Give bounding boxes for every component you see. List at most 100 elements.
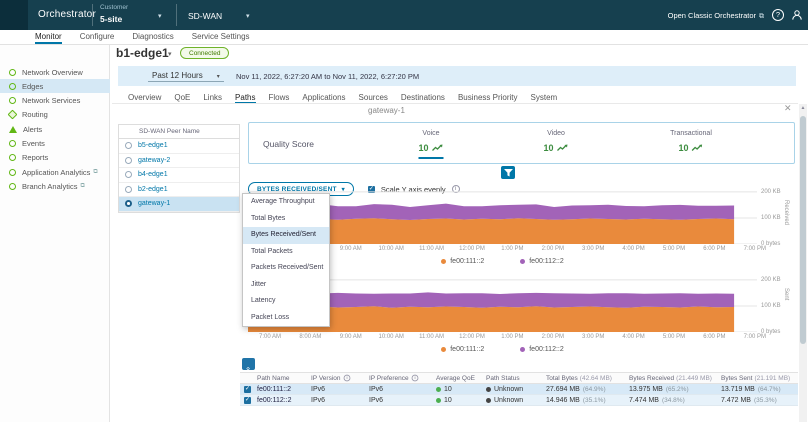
peer-row-b4-edge1[interactable]: b4-edge1 — [119, 168, 239, 183]
sidebar-item-alerts[interactable]: Alerts — [0, 122, 110, 136]
filter-button[interactable] — [501, 166, 515, 179]
sidebar-item-label: Reports — [22, 153, 48, 162]
sidebar-item-reports[interactable]: Reports — [0, 151, 110, 165]
vertical-scrollbar: ▲ — [799, 104, 807, 422]
sidebar-item-label: Routing — [22, 110, 48, 119]
nav-tab-service-settings[interactable]: Service Settings — [192, 32, 250, 44]
panel-title: gateway-1 — [368, 106, 405, 115]
external-link-icon: ⧉ — [93, 169, 97, 176]
x-axis-tick: 1:00 PM — [501, 246, 523, 252]
peer-row-b2-edge1[interactable]: b2-edge1 — [119, 183, 239, 198]
sidebar-item-network-services[interactable]: Network Services — [0, 94, 110, 108]
path-status-dot — [486, 387, 491, 392]
peer-radio[interactable] — [125, 186, 132, 193]
column-label: Average QoE — [436, 375, 475, 382]
app-header: Orchestrator Customer 5-site ▾ SD-WAN ▾ … — [0, 0, 808, 30]
dropdown-item-average-throughput[interactable]: Average Throughput — [243, 194, 329, 211]
peer-radio[interactable] — [125, 142, 132, 149]
value-percent: (35.3%) — [754, 397, 777, 404]
chevron-down-icon: ▾ — [217, 74, 220, 80]
alerts-icon — [9, 126, 17, 133]
nav-tab-diagnostics[interactable]: Diagnostics — [132, 32, 173, 44]
customer-label: Customer — [100, 4, 128, 11]
status-badge: Connected — [180, 47, 229, 59]
cell-ip-version: IPv6 — [311, 384, 369, 395]
sidebar-item-events[interactable]: Events — [0, 137, 110, 151]
dropdown-item-packet-loss[interactable]: Packet Loss — [243, 310, 329, 327]
dropdown-item-total-bytes[interactable]: Total Bytes — [243, 211, 329, 228]
dropdown-item-packets-received-sent[interactable]: Packets Received/Sent — [243, 260, 329, 277]
nav-tab-configure[interactable]: Configure — [80, 32, 115, 44]
peer-row-gateway-2[interactable]: gateway-2 — [119, 154, 239, 169]
time-range-bar: Past 12 Hours▾ Nov 11, 2022, 6:27:20 AM … — [118, 66, 796, 86]
quality-score-label: Quality Score — [263, 139, 314, 149]
nav-tab-monitor[interactable]: Monitor — [35, 32, 62, 44]
column-header-ip-preference: IP Preferencei — [369, 372, 436, 384]
y-axis-tick: 100 KB — [761, 215, 781, 221]
path-status-value: Unknown — [494, 386, 523, 393]
x-axis-tick: 3:00 PM — [582, 246, 604, 252]
x-axis-tick: 11:00 AM — [419, 246, 444, 252]
peer-name-link[interactable]: b5-edge1 — [138, 142, 168, 149]
metric-name: Video — [543, 130, 568, 137]
x-axis-tick: 4:00 PM — [622, 334, 644, 340]
open-classic-orchestrator-link[interactable]: Open Classic Orchestrator⧉ — [668, 11, 764, 21]
path-status-value: Unknown — [494, 397, 523, 404]
column-label: Total Bytes — [546, 375, 578, 382]
quality-metric-voice[interactable]: Voice10 — [418, 130, 443, 159]
dropdown-item-total-packets[interactable]: Total Packets — [243, 244, 329, 261]
peer-radio[interactable] — [125, 171, 132, 178]
legend-label: fe00:111::2 — [450, 346, 484, 353]
user-icon[interactable] — [791, 9, 803, 21]
peer-name-link[interactable]: gateway-2 — [138, 157, 170, 164]
column-total: (42.64 MB) — [580, 375, 612, 382]
cell-average-qoe: 10 — [436, 384, 486, 395]
sparkline-icon — [692, 139, 704, 157]
peer-name-link[interactable]: b2-edge1 — [138, 186, 168, 193]
close-icon[interactable]: ✕ — [784, 103, 792, 114]
sidebar-item-edges[interactable]: Edges — [0, 79, 110, 93]
chevron-down-icon[interactable]: ▾ — [168, 50, 172, 58]
chart-legend: fe00:111::2fe00:112::2 — [248, 346, 757, 353]
legend-dot — [520, 347, 525, 352]
time-range-select[interactable]: Past 12 Hours▾ — [148, 71, 224, 82]
dropdown-item-latency[interactable]: Latency — [243, 293, 329, 310]
value: 7.472 MB — [721, 397, 751, 404]
sidebar-item-network-overview[interactable]: Network Overview — [0, 65, 110, 79]
peer-row-b5-edge1[interactable]: b5-edge1 — [119, 139, 239, 154]
sidebar-item-application-analytics[interactable]: Application Analytics⧉ — [0, 165, 110, 179]
quality-metric-transactional[interactable]: Transactional10 — [670, 130, 712, 159]
peer-radio[interactable] — [125, 157, 132, 164]
collapse-table-button[interactable]: « — [242, 358, 255, 370]
sidebar-item-label: Events — [22, 139, 45, 148]
value: 7.474 MB — [629, 397, 659, 404]
column-header-average-qoe: Average QoE — [436, 372, 486, 384]
qoe-status-dot — [436, 387, 441, 392]
sidebar-item-branch-analytics[interactable]: Branch Analytics⧉ — [0, 179, 110, 193]
cell-path-status: Unknown — [486, 395, 546, 406]
metric-score-row: 10 — [678, 139, 703, 159]
x-axis-tick: 9:00 AM — [340, 334, 362, 340]
quality-metric-video[interactable]: Video10 — [543, 130, 568, 159]
peer-name-link[interactable]: b4-edge1 — [138, 171, 168, 178]
sidebar-item-label: Network Overview — [22, 68, 83, 77]
dropdown-item-bytes-received-sent[interactable]: Bytes Received/Sent — [243, 227, 329, 244]
row-checkbox[interactable]: ✓ — [244, 397, 251, 404]
row-checkbox[interactable]: ✓ — [244, 386, 251, 393]
peer-row-gateway-1[interactable]: gateway-1 — [119, 197, 239, 212]
column-header-path-name: Path Name — [257, 372, 311, 384]
sidebar-item-routing[interactable]: Routing — [0, 108, 110, 122]
network-services-icon — [9, 97, 16, 104]
column-header-total-bytes: Total Bytes(42.64 MB) — [546, 372, 629, 384]
scroll-up-arrow[interactable]: ▲ — [799, 105, 807, 111]
primary-nav-tabs: Monitor Configure Diagnostics Service Setti… — [0, 30, 808, 45]
dropdown-item-jitter[interactable]: Jitter — [243, 277, 329, 294]
peer-radio[interactable] — [125, 200, 132, 207]
x-axis-tick: 2:00 PM — [542, 246, 564, 252]
scrollbar-thumb[interactable] — [800, 116, 806, 344]
quality-score-card: Quality Score Voice10Video10Transactiona… — [248, 122, 795, 164]
sparkline-icon — [432, 139, 444, 157]
x-axis-tick: 2:00 PM — [542, 334, 564, 340]
peer-name-link[interactable]: gateway-1 — [138, 200, 170, 207]
help-icon[interactable]: ? — [772, 9, 784, 21]
